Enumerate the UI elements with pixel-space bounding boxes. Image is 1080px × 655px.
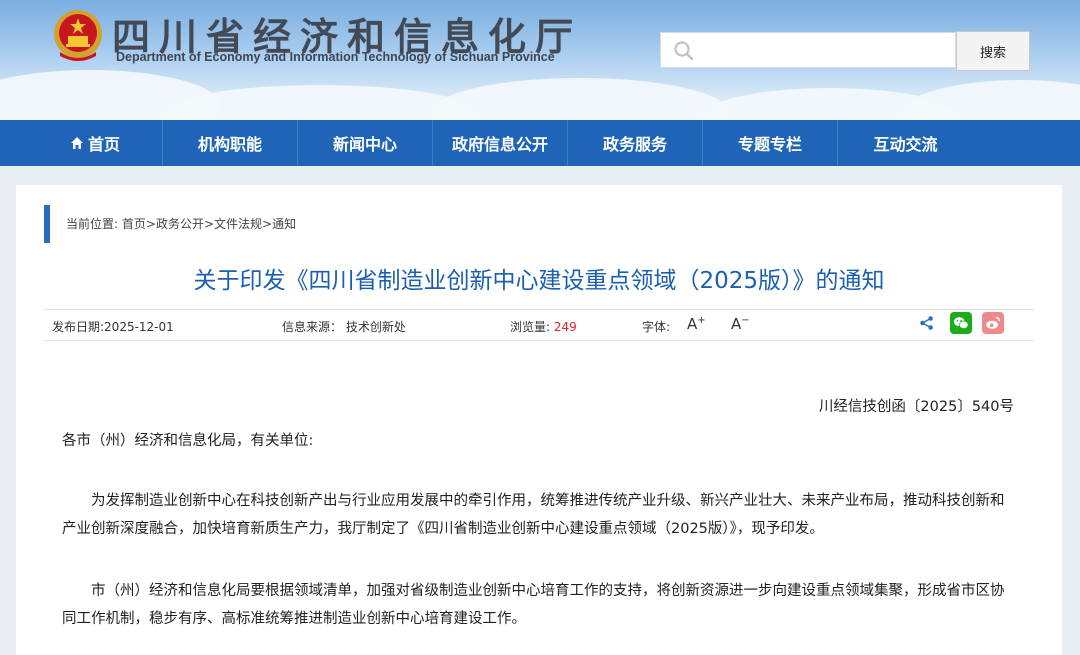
nav-item-gov-info[interactable]: 政府信息公开 <box>433 120 568 166</box>
salutation: 各市（州）经济和信息化局，有关单位: <box>62 433 314 449</box>
view-count: 浏览量: 249 <box>510 318 577 335</box>
breadcrumb-item-documents[interactable]: 文件法规 <box>214 217 262 231</box>
document-number: 川经信技创函〔2025〕540号 <box>818 399 1014 415</box>
cloud-decoration <box>430 78 730 120</box>
publish-date-value: 2025-12-01 <box>104 320 174 334</box>
article-paragraph: 为发挥制造业创新中心在科技创新产出与行业应用发展中的牵引作用，统筹推进传统产业升… <box>62 493 1005 537</box>
info-source: 信息来源： 技术创新处 <box>282 318 406 335</box>
search-icon <box>674 41 694 61</box>
info-source-value: 技术创新处 <box>345 320 406 334</box>
site-header: 四川省经济和信息化厅 Department of Economy and Inf… <box>0 0 1080 120</box>
nav-item-label: 首页 <box>87 135 120 154</box>
breadcrumb-item-notice[interactable]: 通知 <box>272 217 296 231</box>
share-icon[interactable] <box>916 312 938 334</box>
cloud-decoration <box>900 80 1080 120</box>
article-meta-bar: 发布日期:2025-12-01 信息来源： 技术创新处 浏览量: 249 字体:… <box>44 309 1034 341</box>
font-size-label: 字体: <box>642 320 671 334</box>
article-panel: 当前位置: 首页>政务公开>文件法规>通知 关于印发《四川省制造业创新中心建设重… <box>16 185 1062 655</box>
nav-item-interaction[interactable]: 互动交流 <box>838 120 973 166</box>
article-title: 关于印发《四川省制造业创新中心建设重点领域（2025版）》的通知 <box>193 268 885 294</box>
breadcrumb-item-public[interactable]: 政务公开 <box>156 217 204 231</box>
search-input[interactable] <box>660 32 956 68</box>
publish-date-label: 发布日期: <box>52 320 105 334</box>
info-source-label: 信息来源： <box>282 320 343 334</box>
article-paragraph: 市（州）经济和信息化局要根据领域清单，加强对省级制造业创新中心培育工作的支持，将… <box>62 583 1005 627</box>
nav-item-topics[interactable]: 专题专栏 <box>703 120 838 166</box>
search-button[interactable]: 搜索 <box>956 31 1030 71</box>
font-increase-button[interactable]: A+ <box>687 315 706 333</box>
home-icon <box>70 137 83 149</box>
nav-item-functions[interactable]: 机构职能 <box>163 120 298 166</box>
font-increase-glyph: A <box>687 315 698 333</box>
breadcrumb-item-home[interactable]: 首页 <box>122 217 146 231</box>
breadcrumb-accent-bar <box>44 205 50 243</box>
view-count-label: 浏览量: <box>510 320 551 334</box>
publish-date: 发布日期:2025-12-01 <box>52 318 174 335</box>
nav-item-news[interactable]: 新闻中心 <box>298 120 433 166</box>
national-emblem-icon <box>54 10 102 61</box>
breadcrumb-prefix: 当前位置: <box>66 217 119 231</box>
font-decrease-glyph: A <box>731 315 742 333</box>
main-nav: 首页 机构职能 新闻中心 政府信息公开 政务服务 专题专栏 互动交流 <box>0 120 1080 166</box>
view-count-value: 249 <box>553 320 577 334</box>
font-decrease-button[interactable]: A− <box>731 315 750 333</box>
weibo-icon[interactable] <box>982 312 1004 334</box>
breadcrumb: 当前位置: 首页>政务公开>文件法规>通知 <box>66 217 297 231</box>
nav-item-services[interactable]: 政务服务 <box>568 120 703 166</box>
site-subtitle: Department of Economy and Information Te… <box>116 50 555 64</box>
wechat-icon[interactable] <box>950 312 972 334</box>
nav-item-home[interactable]: 首页 <box>28 120 163 166</box>
